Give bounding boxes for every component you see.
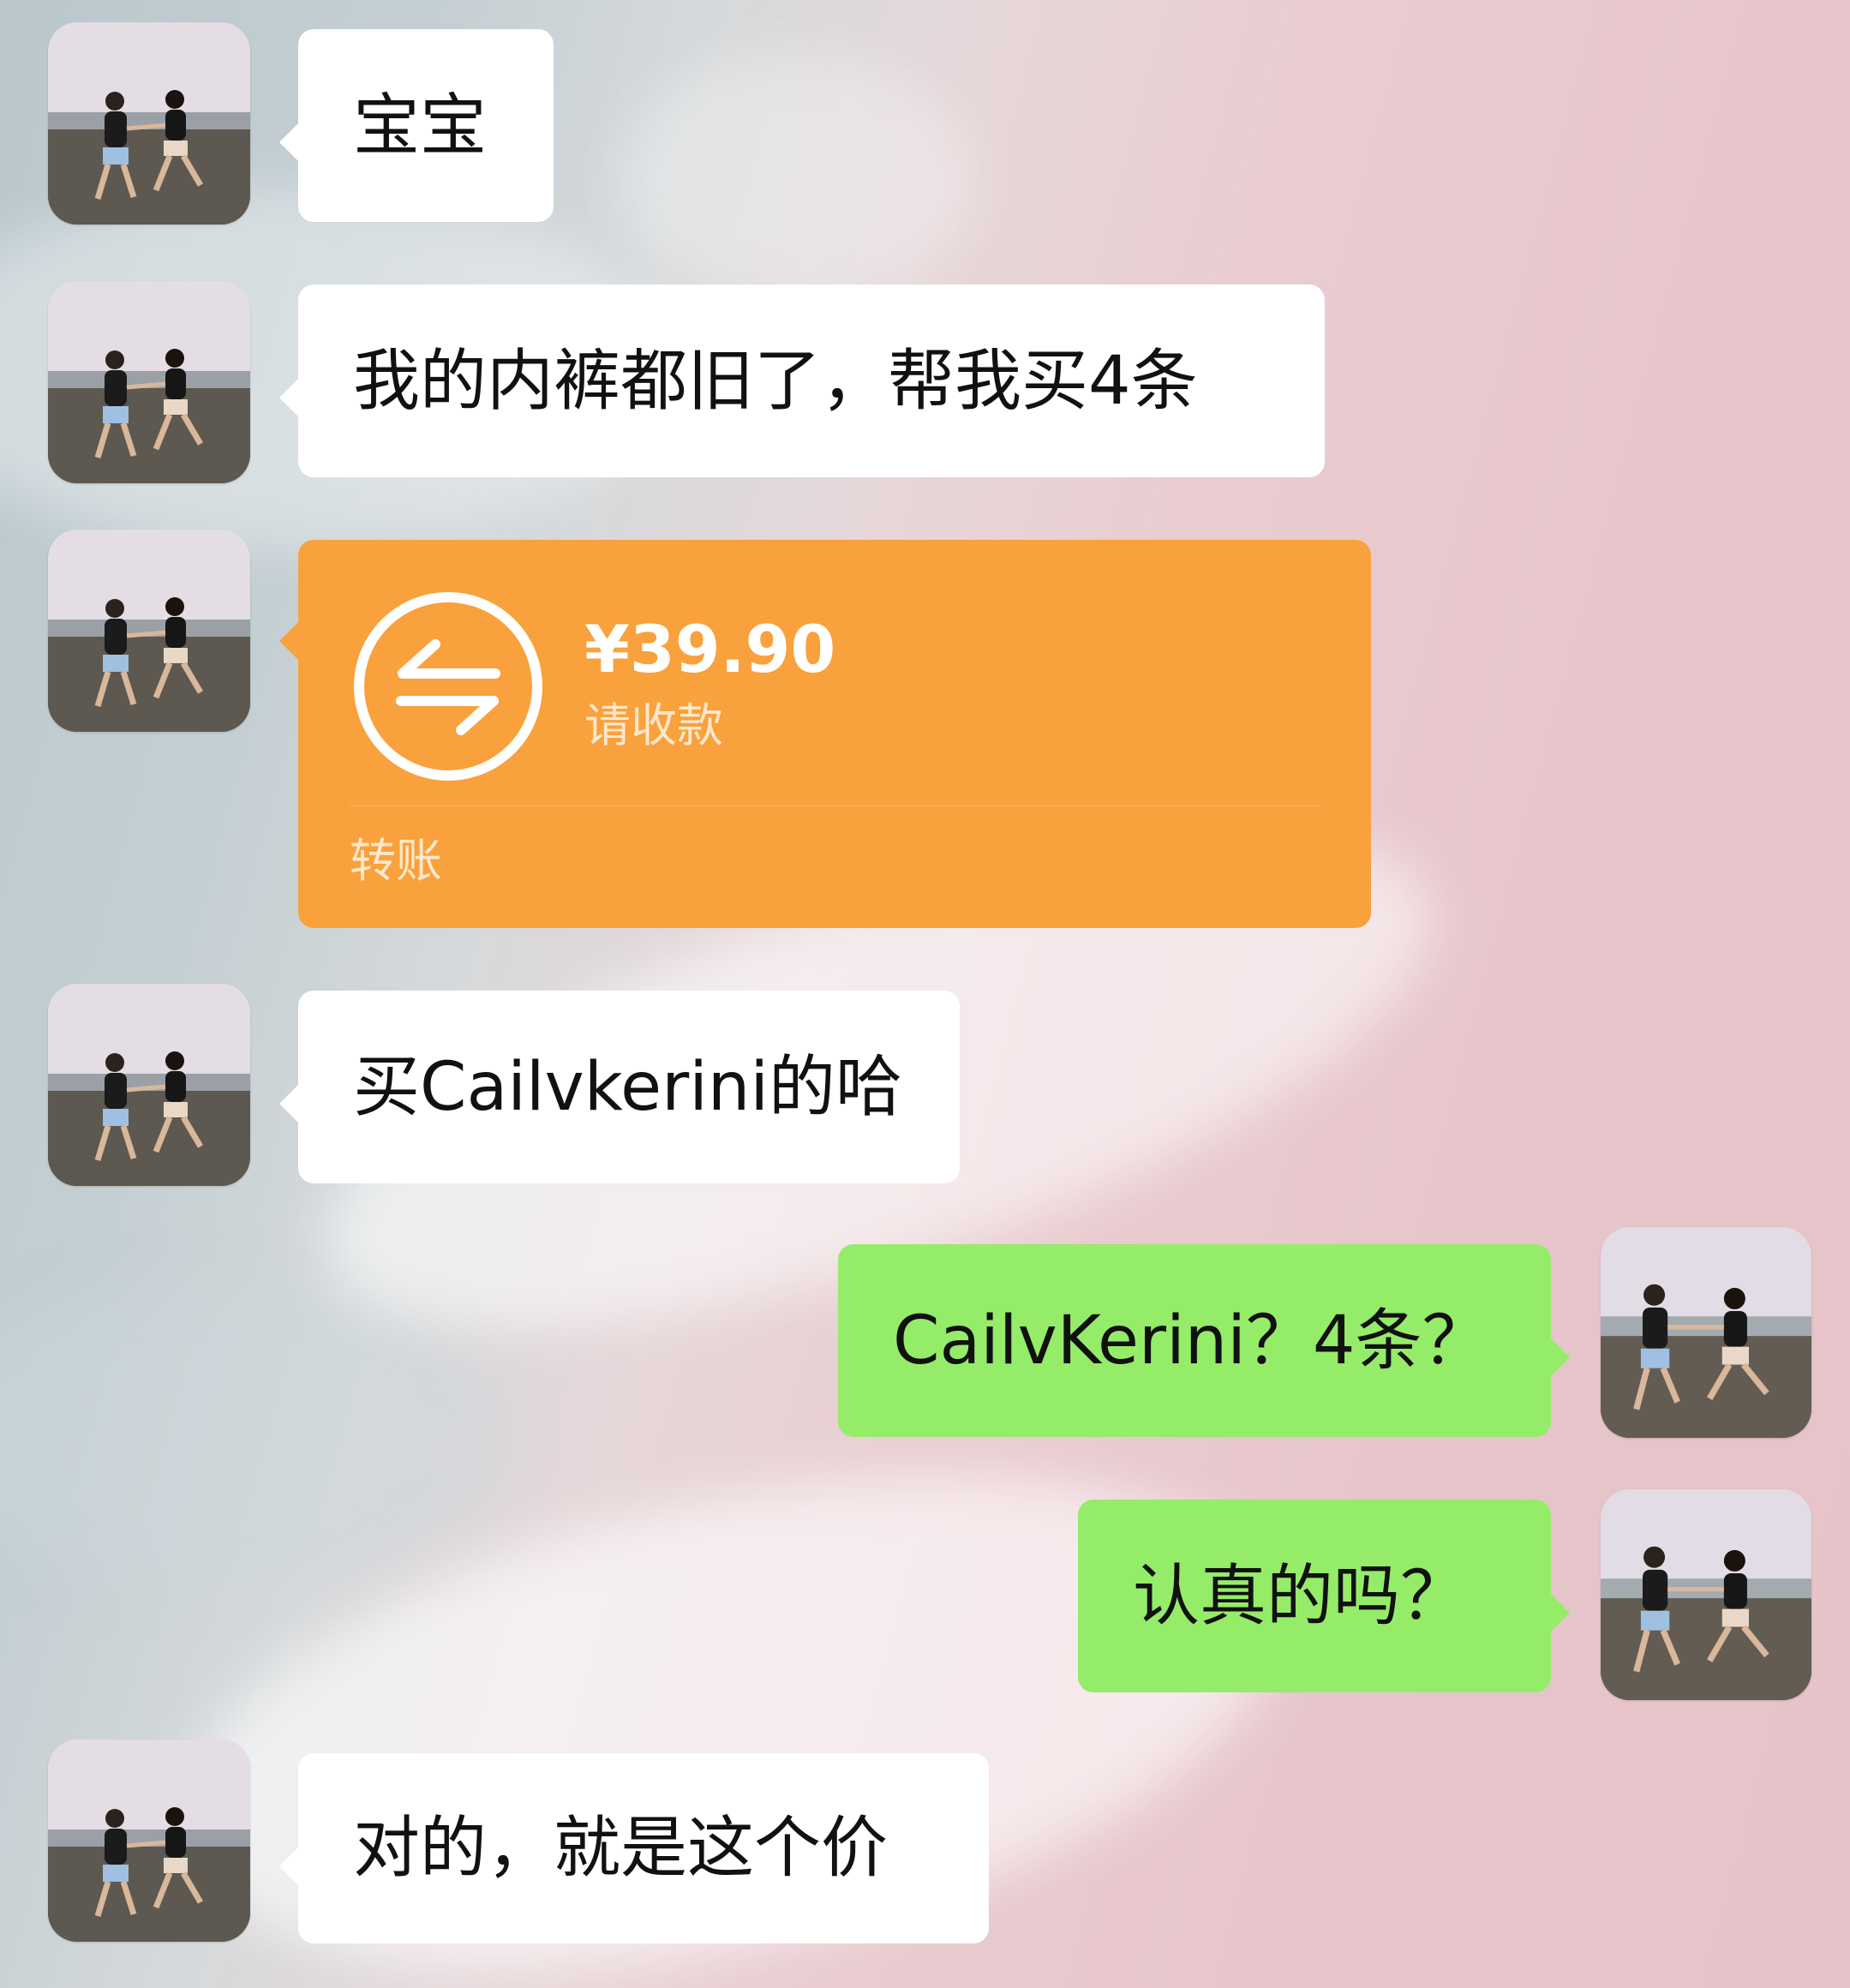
background-wave: [617, 51, 977, 308]
avatar-image: [1601, 1227, 1811, 1438]
transfer-status: 请收款: [584, 698, 723, 752]
message-bubble[interactable]: 认真的吗？: [1078, 1500, 1570, 1692]
transfer-label: 转账: [350, 834, 442, 888]
message-bubble[interactable]: 对的，就是这个价: [279, 1753, 989, 1943]
avatar-image: [48, 984, 250, 1186]
transfer-arrows-icon: [354, 592, 542, 781]
sender-avatar[interactable]: [48, 22, 250, 225]
avatar-image: [48, 530, 250, 732]
sender-avatar[interactable]: [48, 530, 250, 732]
message-text: CailvKerini？4条？: [893, 1302, 1489, 1380]
message-bubble[interactable]: 宝宝: [279, 29, 554, 222]
transfer-divider: [350, 805, 1320, 806]
self-avatar[interactable]: [1601, 1489, 1811, 1700]
avatar-image: [48, 1740, 250, 1942]
message-bubble[interactable]: 买Cailvkerini的哈: [279, 991, 960, 1183]
message-text: 买Cailvkerini的哈: [353, 1048, 902, 1126]
message-text: 对的，就是这个价: [353, 1810, 889, 1887]
sender-avatar[interactable]: [48, 281, 250, 483]
avatar-image: [48, 22, 250, 225]
sender-avatar[interactable]: [48, 1740, 250, 1942]
transfer-card[interactable]: ¥39.90 请收款 转账: [279, 540, 1371, 928]
message-bubble[interactable]: CailvKerini？4条？: [838, 1244, 1570, 1437]
message-bubble[interactable]: 我的内裤都旧了，帮我买4条: [279, 284, 1325, 477]
message-text: 宝宝: [353, 87, 488, 165]
avatar-image: [48, 281, 250, 483]
message-text: 认真的吗？: [1133, 1557, 1468, 1635]
avatar-image: [1601, 1489, 1811, 1700]
message-text: 我的内裤都旧了，帮我买4条: [353, 342, 1198, 420]
self-avatar[interactable]: [1601, 1227, 1811, 1438]
transfer-amount: ¥39.90: [584, 611, 836, 687]
chat-screen: 宝宝 我的内裤都旧了，帮我买4条 ¥39.90 请收款 转账 买Cailvker…: [0, 0, 1850, 1988]
background-wave: [0, 1285, 514, 1585]
sender-avatar[interactable]: [48, 984, 250, 1186]
